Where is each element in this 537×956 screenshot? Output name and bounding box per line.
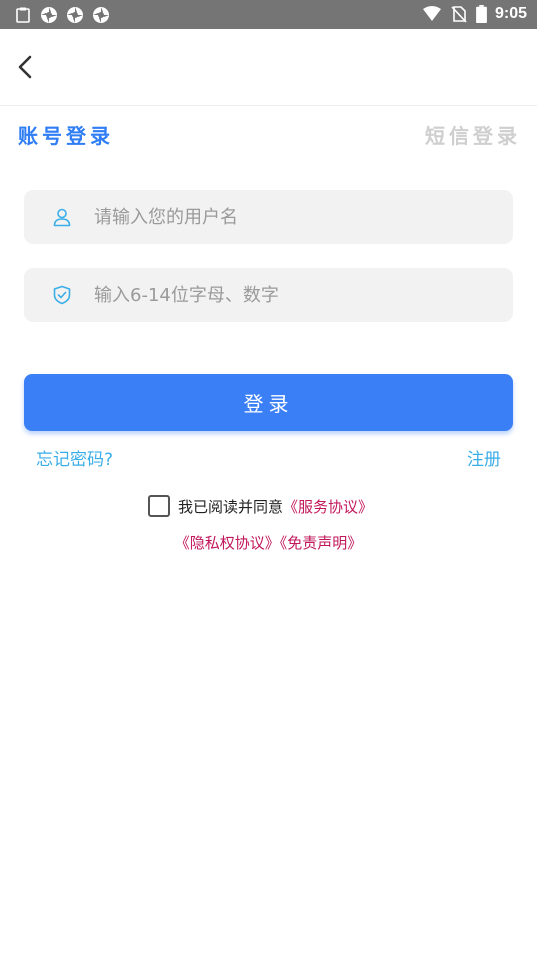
agreement-row: 我已阅读并同意 《服务协议》 — [148, 494, 373, 518]
privacy-agreement-link[interactable]: 《隐私权协议》 — [175, 534, 280, 552]
disclaimer-link[interactable]: 《免责声明》 — [280, 534, 363, 552]
top-app-bar — [0, 29, 537, 106]
register-link[interactable]: 注册 — [467, 445, 501, 470]
app-notification-icon — [41, 7, 57, 23]
password-input[interactable] — [94, 268, 501, 322]
app-notification-icon — [93, 7, 109, 23]
agreement-links-row: 《隐私权协议》《免责声明》 — [0, 532, 537, 553]
agreement-prefix: 我已阅读并同意 — [178, 497, 284, 516]
user-icon — [53, 208, 71, 227]
app-notification-icon — [67, 7, 83, 23]
shield-icon — [53, 285, 71, 305]
service-agreement-link[interactable]: 《服务协议》 — [283, 496, 373, 517]
password-field[interactable] — [24, 268, 513, 322]
username-field[interactable] — [24, 190, 513, 244]
tab-account-login[interactable]: 账号登录 — [18, 120, 114, 149]
battery-icon — [476, 5, 487, 23]
status-left-icons — [14, 6, 110, 24]
no-sim-icon — [451, 6, 467, 23]
login-button[interactable]: 登录 — [24, 374, 513, 431]
username-input[interactable] — [94, 190, 501, 244]
forgot-password-link[interactable]: 忘记密码? — [36, 445, 113, 470]
status-time: 9:05 — [494, 5, 527, 22]
agreement-checkbox[interactable] — [148, 495, 170, 517]
clipboard-icon — [16, 7, 30, 23]
status-right-icons: 9:05 — [422, 4, 527, 24]
wifi-icon — [422, 6, 441, 21]
status-bar: 9:05 — [0, 0, 537, 29]
tab-sms-login[interactable]: 短信登录 — [425, 120, 521, 149]
chevron-left-icon[interactable] — [10, 49, 40, 85]
